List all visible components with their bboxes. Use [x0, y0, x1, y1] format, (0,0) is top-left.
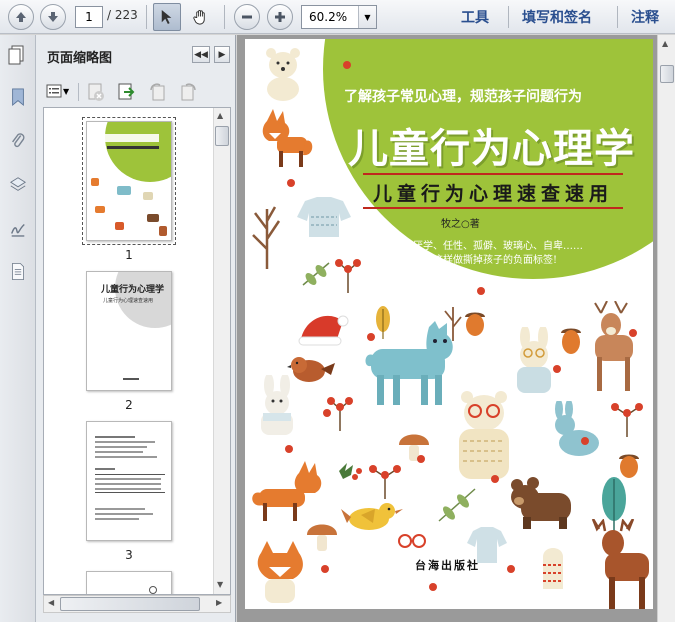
- thumbnail-label: 3: [125, 548, 133, 562]
- page-total-label: / 223: [107, 8, 138, 22]
- thumbnail-rule: [95, 492, 165, 493]
- thumbnail-page-2[interactable]: 儿童行为心理学 儿童行为心理速查速用: [86, 271, 172, 391]
- thumbnail-page-3[interactable]: [86, 421, 172, 541]
- main-toolbar: 1 / 223 60.2% ▼ 工具 填写和签名 注释: [0, 0, 675, 34]
- navigation-rail: [0, 35, 36, 622]
- list-options-icon: [46, 84, 62, 98]
- extract-page-icon[interactable]: [116, 82, 136, 102]
- options-menu-button[interactable]: ▼: [46, 81, 72, 101]
- layers-icon[interactable]: [6, 173, 30, 197]
- scroll-right-arrow-icon[interactable]: ▶: [216, 598, 222, 607]
- plus-icon: [275, 12, 285, 22]
- chevron-down-icon[interactable]: ▼: [358, 6, 376, 28]
- thumbnail-text-line: [95, 446, 147, 448]
- signature-icon[interactable]: [6, 217, 30, 241]
- thumbnail-label: 1: [125, 248, 133, 262]
- next-page-button[interactable]: [40, 4, 66, 30]
- thumbnail-publisher-line: [123, 378, 139, 380]
- scroll-up-arrow-icon[interactable]: ▲: [662, 39, 668, 48]
- scrollbar-thumb[interactable]: [215, 126, 229, 146]
- thumbnail-rule: [95, 474, 165, 475]
- thumbnail-band-line: [107, 146, 159, 149]
- expand-panel-button[interactable]: ▶: [214, 46, 230, 63]
- thumbnail-text-line: [95, 508, 145, 510]
- thumbnail-text-line: [95, 478, 161, 480]
- arrow-up-icon: [16, 12, 26, 22]
- select-tool-button[interactable]: [153, 3, 181, 31]
- toolbar-divider: [224, 5, 225, 29]
- collapse-panel-button[interactable]: ◀◀: [192, 46, 210, 63]
- thumbnail-horizontal-scrollbar[interactable]: ◀ ▶: [43, 595, 231, 613]
- thumbnail-text-line: [95, 451, 143, 453]
- chevron-down-icon: ▼: [63, 86, 70, 96]
- arrow-down-icon: [48, 12, 58, 22]
- thumbnail-title: 儿童行为心理学: [101, 285, 165, 295]
- rotate-counterclockwise-icon[interactable]: [148, 82, 168, 102]
- thumbnail-page-1[interactable]: [86, 121, 172, 241]
- menu-fill-sign[interactable]: 填写和签名: [522, 7, 592, 27]
- hand-tool-button[interactable]: [186, 3, 214, 31]
- zoom-level-value: 60.2%: [309, 10, 348, 24]
- hand-icon: [192, 9, 205, 25]
- rotate-clockwise-icon[interactable]: [178, 82, 198, 102]
- document-viewport[interactable]: 了解孩子常见心理，规范孩子问题行为 儿童行为心理学 儿童行为心理速查速用 牧之○…: [237, 35, 675, 622]
- bookmark-icon[interactable]: [6, 85, 30, 109]
- thumbnail-decoration: [115, 222, 124, 230]
- thumbnail-subtitle: 儿童行为心理速查速用: [103, 298, 154, 304]
- thumbnail-mark: [149, 586, 157, 594]
- toolbar-divider: [617, 6, 618, 28]
- thumbnail-text-line: [95, 436, 135, 438]
- document-vertical-scrollbar[interactable]: ▲: [657, 35, 675, 622]
- toolbar-divider: [508, 6, 509, 28]
- thumbnail-text-line: [95, 518, 139, 520]
- scrollbar-thumb[interactable]: [660, 65, 674, 83]
- thumbnail-text-line: [95, 468, 115, 470]
- thumbnail-text-line: [95, 488, 161, 490]
- thumbnail-label: 2: [125, 398, 133, 412]
- thumbnail-text-line: [95, 513, 153, 515]
- previous-page-button[interactable]: [8, 4, 34, 30]
- scroll-left-arrow-icon[interactable]: ◀: [48, 598, 54, 607]
- thumbnail-decoration: [147, 214, 159, 222]
- panel-header: 页面缩略图 ◀◀ ▶: [8, 35, 236, 75]
- delete-page-icon[interactable]: [86, 82, 106, 102]
- menu-comment[interactable]: 注释: [631, 7, 659, 27]
- thumbnail-decoration: [117, 186, 131, 195]
- thumbnail-decoration: [95, 206, 105, 213]
- page-thumbnails-icon: [8, 45, 24, 65]
- thumbnail-decoration: [91, 178, 99, 186]
- zoom-in-button[interactable]: [267, 4, 293, 30]
- panel-title: 页面缩略图: [47, 51, 113, 66]
- thumbnail-list[interactable]: 1 儿童行为心理学 儿童行为心理速查速用 2 3 ▲ ▼: [43, 107, 231, 595]
- thumbnail-vertical-scrollbar[interactable]: ▲ ▼: [213, 108, 230, 594]
- paperclip-icon[interactable]: [6, 129, 30, 153]
- scroll-down-arrow-icon[interactable]: ▼: [217, 580, 223, 589]
- thumbnail-text-line: [95, 441, 155, 443]
- document-content-icon[interactable]: [6, 259, 30, 283]
- cover-publisher: 台海出版社: [415, 559, 480, 572]
- thumbnail-title-block: [99, 134, 159, 142]
- thumbnail-panel: 页面缩略图 ◀◀ ▶ ▼ 1 儿童行为心理学 儿童行为心理速查速用 2 3 ▲ …: [8, 35, 236, 622]
- thumbnail-text-line: [95, 456, 157, 458]
- page-number-input[interactable]: 1: [75, 6, 103, 28]
- thumbnail-cover-circle: [105, 122, 171, 182]
- panel-toolbar: ▼: [36, 79, 236, 105]
- pdf-page-cover: 了解孩子常见心理，规范孩子问题行为 儿童行为心理学 儿童行为心理速查速用 牧之○…: [245, 39, 653, 609]
- minus-icon: [242, 15, 252, 19]
- zoom-out-button[interactable]: [234, 4, 260, 30]
- thumbnail-decoration: [159, 226, 167, 236]
- decorative-dots: [285, 61, 637, 591]
- scrollbar-thumb[interactable]: [60, 597, 200, 611]
- cursor-arrow-icon: [161, 10, 172, 24]
- thumbnail-page-4[interactable]: [86, 571, 172, 594]
- toolbar-divider: [146, 5, 147, 29]
- menu-tools[interactable]: 工具: [461, 7, 489, 27]
- scroll-up-arrow-icon[interactable]: ▲: [217, 111, 223, 120]
- zoom-level-select[interactable]: 60.2% ▼: [301, 5, 377, 29]
- thumbnail-decoration: [143, 192, 153, 200]
- toolbar-divider: [78, 83, 79, 101]
- thumbnail-text-line: [95, 483, 161, 485]
